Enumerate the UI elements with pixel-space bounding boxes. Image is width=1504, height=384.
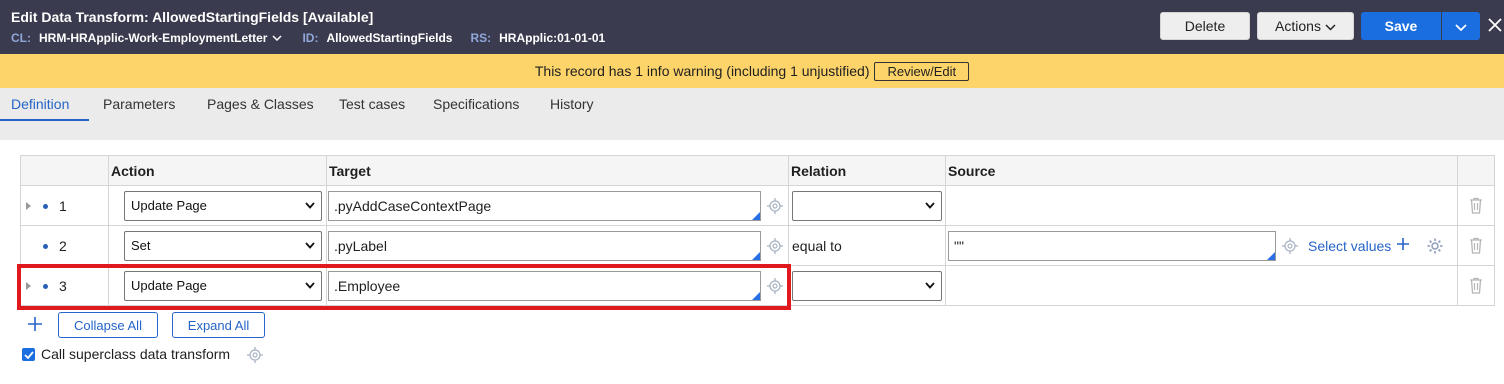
trash-icon[interactable] [1458, 237, 1494, 254]
review-edit-button[interactable]: Review/Edit [874, 61, 970, 81]
tab-bar: Definition Parameters Pages & Classes Te… [0, 88, 1504, 140]
close-icon[interactable] [1486, 16, 1504, 34]
cl-label: CL: [11, 31, 31, 45]
id-value: AllowedStartingFields [326, 31, 453, 45]
row-number: 2 [59, 237, 67, 254]
actions-label: Actions [1275, 18, 1321, 34]
chevron-down-icon [1455, 18, 1467, 34]
expand-row-icon[interactable] [26, 201, 31, 210]
grid-header-row: Action Target Relation Source [20, 155, 1495, 186]
source-input[interactable]: "" [948, 230, 1276, 261]
plus-icon [1396, 237, 1410, 254]
chevron-down-icon [305, 201, 315, 211]
table-row: 1 Update Page .pyAddCaseContextPage [20, 185, 1495, 226]
tab-pages-classes[interactable]: Pages & Classes [207, 96, 314, 112]
tab-specifications[interactable]: Specifications [433, 96, 519, 112]
title-prefix: Edit [11, 9, 38, 25]
autocomplete-marker-icon [752, 251, 760, 260]
col-header-delete [1457, 155, 1495, 186]
action-select[interactable]: Set [124, 230, 322, 261]
select-values-label: Select values [1308, 237, 1392, 254]
trash-icon[interactable] [1458, 277, 1494, 294]
header-bar: Edit Data Transform: AllowedStartingFiel… [0, 0, 1504, 54]
crosshair-icon[interactable] [1281, 237, 1299, 255]
col-header-source: Source [945, 155, 1458, 186]
expand-all-button[interactable]: Expand All [172, 312, 265, 338]
tab-definition[interactable]: Definition [11, 96, 69, 112]
target-value: .pyAddCaseContextPage [334, 197, 492, 214]
select-values-link[interactable]: Select values [1308, 237, 1410, 254]
warning-bar: This record has 1 info warning (includin… [0, 54, 1504, 88]
col-header-action: Action [108, 155, 327, 186]
tab-history[interactable]: History [550, 96, 594, 112]
tab-parameters[interactable]: Parameters [103, 96, 175, 112]
record-meta: CL: HRM-HRApplic-Work-EmploymentLetter I… [11, 31, 605, 45]
checkmark-icon [23, 350, 34, 359]
row-highlight-box [17, 264, 791, 310]
add-row-icon[interactable] [26, 315, 44, 333]
crosshair-icon[interactable] [766, 237, 784, 255]
bullet-icon [43, 203, 48, 209]
save-options-button[interactable] [1442, 12, 1480, 40]
cl-value[interactable]: HRM-HRApplic-Work-EmploymentLetter [39, 31, 267, 45]
relation-select[interactable] [792, 190, 942, 221]
rs-value: HRApplic:01-01-01 [499, 31, 606, 45]
save-button[interactable]: Save [1361, 12, 1441, 40]
action-select[interactable]: Update Page [124, 190, 322, 221]
crosshair-icon[interactable] [766, 197, 784, 215]
superclass-label: Call superclass data transform [41, 346, 231, 362]
chevron-down-icon [305, 241, 315, 251]
target-value: .pyLabel [334, 237, 387, 254]
rs-label: RS: [470, 31, 492, 45]
target-input[interactable]: .pyAddCaseContextPage [328, 190, 761, 221]
target-input[interactable]: .pyLabel [328, 230, 761, 261]
table-row: 2 Set .pyLabel equal to "" Select values [20, 225, 1495, 266]
source-value: "" [954, 237, 964, 254]
chevron-down-icon [925, 281, 935, 291]
actions-button[interactable]: Actions [1257, 12, 1354, 40]
action-select-value: Update Page [131, 198, 207, 213]
chevron-down-icon [925, 201, 935, 211]
warning-text: This record has 1 info warning (includin… [534, 63, 870, 79]
trash-icon[interactable] [1458, 197, 1494, 214]
active-tab-indicator [0, 119, 89, 121]
col-header-target: Target [326, 155, 789, 186]
tab-test-cases[interactable]: Test cases [339, 96, 405, 112]
status-badge: [Available] [302, 9, 374, 25]
gear-icon[interactable] [1426, 237, 1444, 255]
chevron-down-icon[interactable] [272, 35, 282, 41]
autocomplete-marker-icon [1267, 251, 1275, 260]
relation-select[interactable] [792, 270, 942, 301]
row-number: 1 [59, 197, 67, 214]
autocomplete-marker-icon [752, 211, 760, 220]
id-label: ID: [302, 31, 319, 45]
chevron-down-icon [1325, 18, 1336, 34]
page-title: Edit Data Transform: AllowedStartingFiel… [11, 9, 373, 25]
col-header-relation: Relation [788, 155, 946, 186]
crosshair-icon[interactable] [246, 346, 264, 364]
col-header-row [20, 155, 109, 186]
delete-button[interactable]: Delete [1160, 12, 1250, 40]
bullet-icon [43, 243, 48, 249]
action-select-value: Set [131, 238, 151, 253]
superclass-checkbox[interactable] [22, 348, 35, 361]
title-name: Data Transform: AllowedStartingFields [41, 9, 300, 25]
relation-value: equal to [792, 237, 842, 254]
collapse-all-button[interactable]: Collapse All [58, 312, 158, 338]
